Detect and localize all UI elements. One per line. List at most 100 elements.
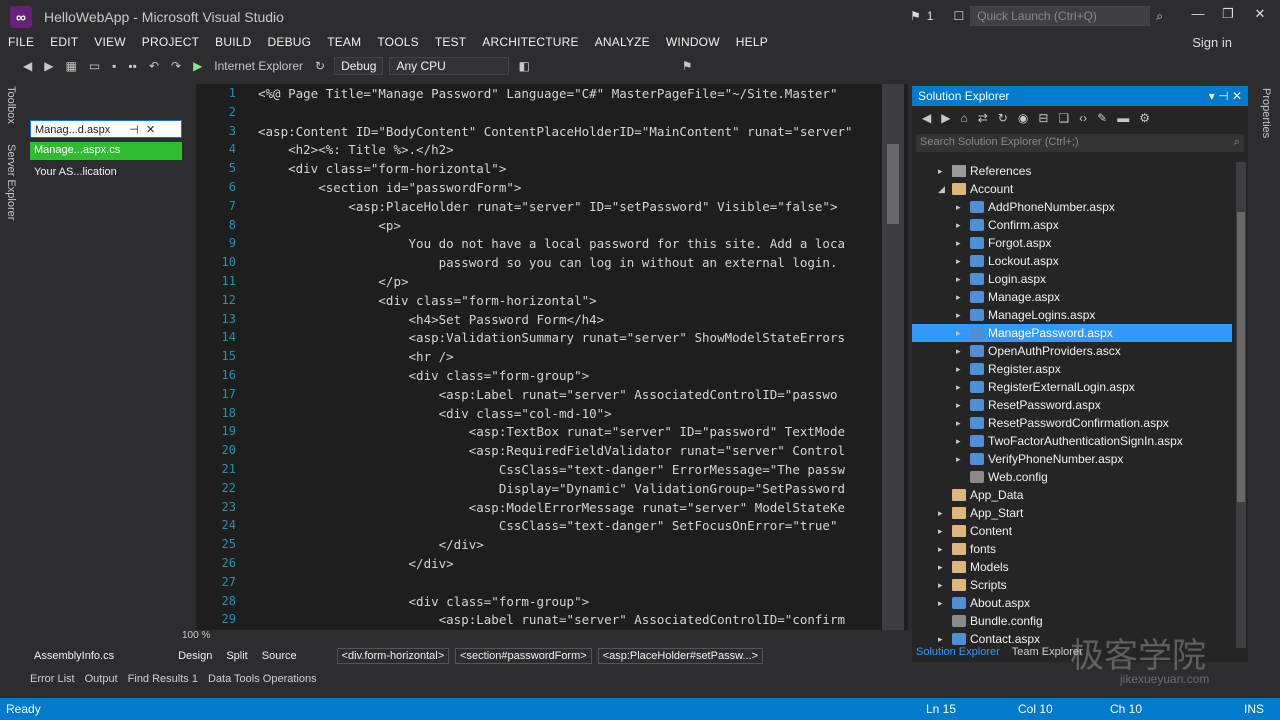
- tree-item[interactable]: ▸ Confirm.aspx: [912, 216, 1232, 234]
- refresh-browser-icon[interactable]: ↻: [312, 59, 328, 73]
- sign-in-link[interactable]: Sign in: [1192, 35, 1232, 50]
- editor-vertical-scrollbar[interactable]: [882, 84, 904, 630]
- menu-build[interactable]: BUILD: [207, 35, 259, 49]
- navigate-forward-icon[interactable]: ▶: [41, 59, 56, 73]
- design-view-button[interactable]: Design: [174, 649, 216, 663]
- menu-tools[interactable]: TOOLS: [369, 35, 426, 49]
- collapse-all-icon[interactable]: ⊟: [1038, 111, 1048, 125]
- breadcrumb-section[interactable]: <section#passwordForm>: [455, 648, 592, 664]
- breadcrumb-div[interactable]: <div.form-horizontal>: [336, 648, 450, 664]
- code-line[interactable]: You do not have a local password for thi…: [258, 236, 846, 251]
- close-tab-icon[interactable]: ✕: [146, 124, 155, 136]
- code-line[interactable]: <asp:RequiredFieldValidator runat="serve…: [258, 443, 845, 458]
- code-line[interactable]: <section id="passwordForm">: [258, 180, 521, 195]
- menu-file[interactable]: FILE: [0, 35, 42, 49]
- platform-select[interactable]: Any CPU: [389, 57, 510, 75]
- open-file-icon[interactable]: ▭: [86, 59, 103, 73]
- find-results-tab[interactable]: Find Results 1: [128, 673, 198, 685]
- expand-arrow-icon[interactable]: ▸: [956, 400, 970, 411]
- zoom-level[interactable]: 100 %: [182, 630, 210, 641]
- tree-item[interactable]: ▸ Lockout.aspx: [912, 252, 1232, 270]
- close-window-button[interactable]: ✕: [1248, 6, 1272, 24]
- new-project-icon[interactable]: ▦: [62, 59, 79, 73]
- code-line[interactable]: <%@ Page Title="Manage Password" Languag…: [258, 86, 837, 101]
- code-line[interactable]: CssClass="text-danger" ErrorMessage="The…: [258, 462, 845, 477]
- tree-item[interactable]: ▸ OpenAuthProviders.ascx: [912, 342, 1232, 360]
- home-icon[interactable]: ⌂: [960, 111, 967, 125]
- expand-arrow-icon[interactable]: ▸: [956, 292, 970, 303]
- code-line[interactable]: password so you can log in without an ex…: [258, 255, 838, 270]
- code-line[interactable]: <asp:Label runat="server" AssociatedCont…: [258, 387, 838, 402]
- menu-architecture[interactable]: ARCHITECTURE: [474, 35, 586, 49]
- expand-arrow-icon[interactable]: ◢: [938, 184, 952, 195]
- server-explorer-tab[interactable]: Server Explorer: [5, 144, 17, 220]
- code-line[interactable]: <div class="form-group">: [258, 594, 590, 609]
- tree-item[interactable]: ▸ Scripts: [912, 576, 1232, 594]
- code-line[interactable]: <asp:ModelErrorMessage runat="server" Mo…: [258, 500, 845, 515]
- code-line[interactable]: <asp:TextBox runat="server" ID="password…: [258, 424, 845, 439]
- tree-item[interactable]: ◢ Account: [912, 180, 1232, 198]
- expand-arrow-icon[interactable]: ▸: [956, 346, 970, 357]
- tree-item[interactable]: ▸ ManagePassword.aspx: [912, 324, 1232, 342]
- expand-arrow-icon[interactable]: ▸: [938, 526, 952, 537]
- menu-team[interactable]: TEAM: [319, 35, 369, 49]
- undo-icon[interactable]: ↶: [146, 59, 162, 73]
- code-editor[interactable]: 1 2 3 4 5 6 7 8 9 10 11 12 13 14 15 16 17 18 19 20 21 22 23 24 2…: [196, 84, 908, 630]
- view-class-diagram-icon[interactable]: ▬: [1117, 111, 1129, 125]
- expand-arrow-icon[interactable]: ▸: [938, 166, 952, 177]
- configuration-select[interactable]: Debug: [334, 57, 384, 75]
- save-all-icon[interactable]: ▪▪: [125, 59, 140, 73]
- save-icon[interactable]: ▪: [109, 59, 119, 73]
- code-line[interactable]: CssClass="text-danger" SetFocusOnError="…: [258, 518, 838, 533]
- tree-item[interactable]: ▸ Register.aspx: [912, 360, 1232, 378]
- expand-arrow-icon[interactable]: ▸: [938, 634, 952, 645]
- expand-arrow-icon[interactable]: ▸: [956, 238, 970, 249]
- tree-item[interactable]: ▸ RegisterExternalLogin.aspx: [912, 378, 1232, 396]
- doc-tab-readme[interactable]: Your AS...lication: [30, 164, 182, 182]
- code-line[interactable]: <div class="form-group">: [258, 368, 590, 383]
- code-line[interactable]: </p>: [258, 274, 408, 289]
- data-tools-tab[interactable]: Data Tools Operations: [208, 673, 317, 685]
- code-line[interactable]: <asp:ValidationSummary runat="server" Sh…: [258, 330, 846, 345]
- breadcrumb-placeholder[interactable]: <asp:PlaceHolder#setPassw...>: [597, 648, 763, 664]
- tree-item[interactable]: ▸ Models: [912, 558, 1232, 576]
- expand-arrow-icon[interactable]: ▸: [956, 310, 970, 321]
- expand-arrow-icon[interactable]: ▸: [956, 220, 970, 231]
- code-line[interactable]: <div class="form-horizontal">: [258, 293, 596, 308]
- assembly-info-tab[interactable]: AssemblyInfo.cs: [30, 649, 118, 663]
- quick-launch-input[interactable]: Quick Launch (Ctrl+Q): [970, 6, 1151, 26]
- pin-icon[interactable]: ⊣: [1218, 89, 1228, 103]
- expand-arrow-icon[interactable]: ▸: [938, 562, 952, 573]
- tree-item[interactable]: ▸ Forgot.aspx: [912, 234, 1232, 252]
- expand-arrow-icon[interactable]: ▸: [956, 274, 970, 285]
- solution-explorer-tab[interactable]: Solution Explorer: [916, 646, 1000, 664]
- source-view-button[interactable]: Source: [258, 649, 301, 663]
- tree-item[interactable]: ▸ About.aspx: [912, 594, 1232, 612]
- menu-debug[interactable]: DEBUG: [260, 35, 320, 49]
- expand-arrow-icon[interactable]: ▸: [938, 544, 952, 555]
- maximize-button[interactable]: ❐: [1216, 6, 1240, 24]
- expand-arrow-icon[interactable]: ▸: [956, 436, 970, 447]
- expand-arrow-icon[interactable]: ▸: [956, 418, 970, 429]
- menu-test[interactable]: TEST: [427, 35, 474, 49]
- expand-arrow-icon[interactable]: ▸: [956, 328, 970, 339]
- show-all-files-icon[interactable]: ❏: [1058, 111, 1069, 125]
- pending-changes-icon[interactable]: ◉: [1018, 111, 1028, 125]
- sync-icon[interactable]: ⇄: [978, 111, 988, 125]
- feedback-icon[interactable]: ☐: [953, 9, 964, 23]
- code-line[interactable]: </div>: [258, 537, 484, 552]
- doc-tab-active[interactable]: Manag...d.aspx ⊣ ✕: [30, 120, 182, 138]
- code-area[interactable]: <%@ Page Title="Manage Password" Languag…: [258, 84, 882, 630]
- code-line[interactable]: <hr />: [258, 349, 454, 364]
- code-line[interactable]: <div class="col-md-10">: [258, 406, 612, 421]
- expand-arrow-icon[interactable]: ▸: [956, 364, 970, 375]
- code-line[interactable]: <asp:Label runat="server" AssociatedCont…: [258, 612, 845, 627]
- tree-item[interactable]: ▸ ManageLogins.aspx: [912, 306, 1232, 324]
- tree-item[interactable]: ▸ ResetPassword.aspx: [912, 396, 1232, 414]
- redo-icon[interactable]: ↷: [168, 59, 184, 73]
- tree-item[interactable]: ▸ References: [912, 162, 1232, 180]
- doc-tab-cs[interactable]: Manage...aspx.cs: [30, 142, 182, 160]
- properties-tab[interactable]: Properties: [1260, 88, 1272, 138]
- preview-icon[interactable]: ‹›: [1079, 111, 1087, 125]
- tree-item[interactable]: ▸ VerifyPhoneNumber.aspx: [912, 450, 1232, 468]
